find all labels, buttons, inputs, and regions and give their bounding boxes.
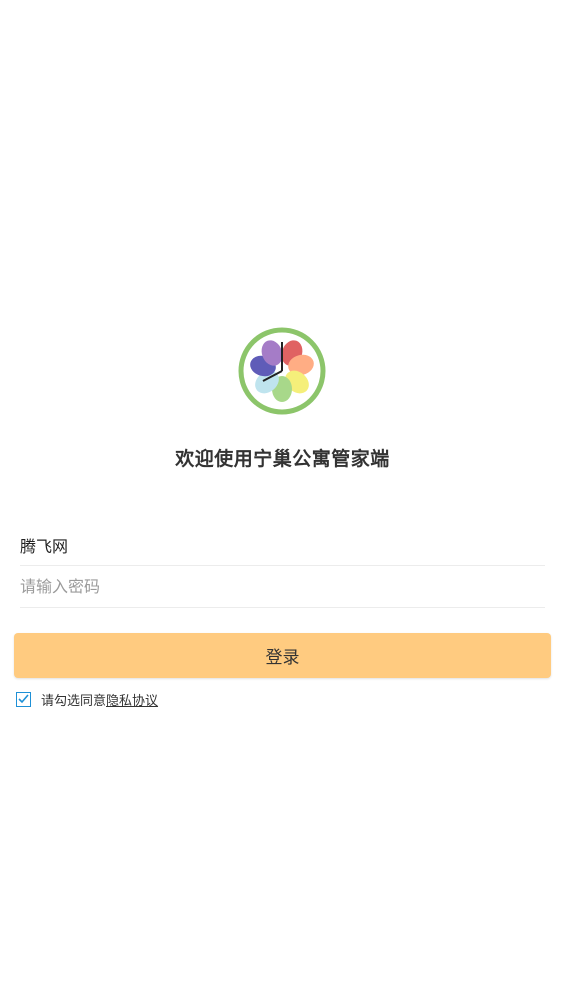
- login-button[interactable]: 登录: [14, 633, 551, 678]
- agreement-prefix: 请勾选同意: [41, 693, 107, 709]
- privacy-policy-link[interactable]: 隐私协议: [106, 690, 158, 709]
- agreement-checkbox[interactable]: [16, 691, 31, 707]
- agreement-row: 请勾选同意 隐私协议: [16, 689, 158, 709]
- username-input[interactable]: [20, 524, 545, 565]
- checkmark-icon: [18, 694, 29, 704]
- app-logo: [237, 326, 327, 416]
- flower-clock-logo-icon: [238, 327, 326, 415]
- login-page: 欢迎使用宁巢公寓管家端 登录 请勾选同意隐私协议: [0, 0, 565, 1004]
- password-field[interactable]: [20, 566, 545, 608]
- password-input[interactable]: [20, 566, 545, 607]
- welcome-title: 欢迎使用宁巢公寓管家端: [175, 448, 390, 470]
- username-field[interactable]: [20, 524, 545, 566]
